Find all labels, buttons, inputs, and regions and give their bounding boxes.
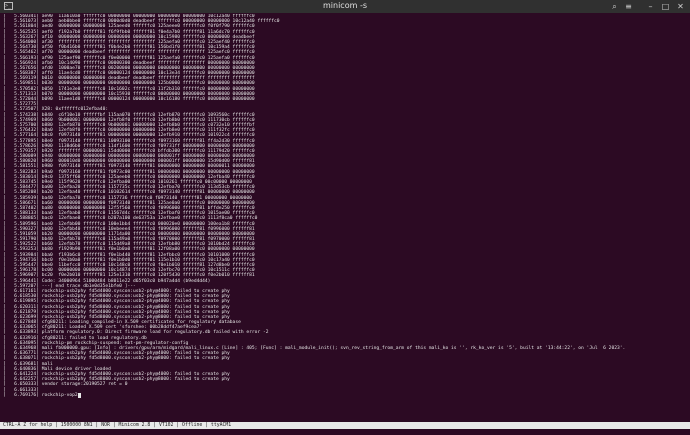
title-bar: >_ minicom -s ⌕ ≡ – □ ✕ bbox=[0, 0, 690, 13]
search-icon[interactable]: ⌕ bbox=[610, 2, 619, 11]
status-bar: CTRL-A Z for help | 1500000 8N1 | NOR | … bbox=[0, 422, 690, 429]
window-title: minicom -s bbox=[323, 1, 367, 10]
terminal-line: [ 6.769176] rockchip-vop2 bbox=[3, 393, 687, 398]
text-cursor bbox=[77, 392, 81, 398]
maximize-icon[interactable]: □ bbox=[661, 2, 670, 11]
minimize-icon[interactable]: – bbox=[646, 2, 655, 11]
bottom-border bbox=[0, 429, 690, 435]
close-icon[interactable]: ✕ bbox=[676, 2, 685, 11]
menu-icon[interactable]: ≡ bbox=[624, 2, 633, 11]
terminal-output[interactable]: [ 5.560341] ae90 11a610a0 ffffffc0 00000… bbox=[3, 14, 687, 422]
